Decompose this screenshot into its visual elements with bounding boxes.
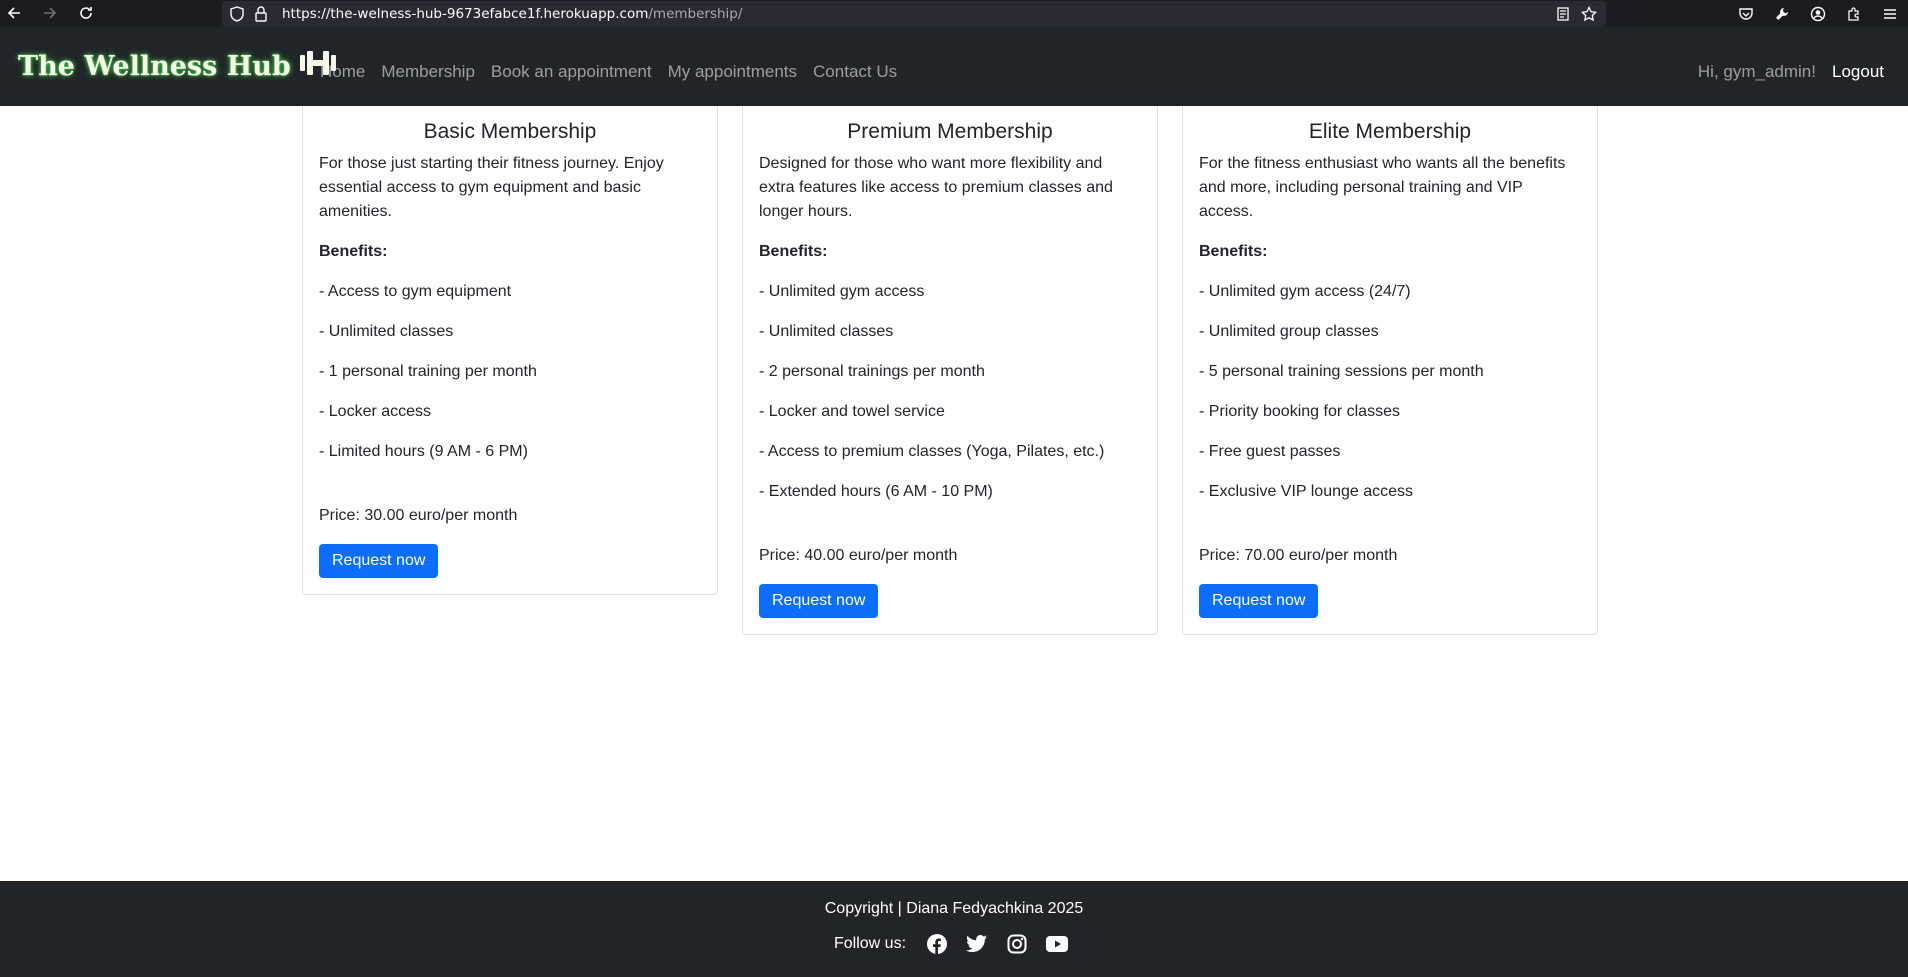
url-text: https://the-welness-hub-9673efabce1f.her…: [282, 6, 742, 22]
benefit-item: - 5 personal training sessions per month: [1199, 363, 1484, 380]
benefits-label: Benefits:: [759, 243, 828, 260]
wrench-icon[interactable]: [1764, 0, 1800, 27]
benefit-item: - Exclusive VIP lounge access: [1199, 483, 1414, 500]
site-navbar: The Wellness Hub Home Membership Book an…: [0, 27, 1908, 106]
instagram-icon[interactable]: [1006, 933, 1028, 955]
facebook-icon[interactable]: [926, 933, 948, 955]
request-now-button[interactable]: Request now: [759, 584, 879, 618]
membership-card-premium: Premium Membership Designed for those wh…: [742, 106, 1158, 635]
follow-label: Follow us:: [834, 935, 907, 952]
benefit-list: - Access to gym equipment - Unlimited cl…: [319, 280, 701, 464]
nav-links: Home Membership Book an appointment My a…: [320, 62, 897, 82]
url-bar[interactable]: https://the-welness-hub-9673efabce1f.her…: [222, 1, 1606, 27]
benefit-item: - 2 personal trainings per month: [759, 363, 985, 380]
forward-icon[interactable]: [38, 1, 62, 25]
extensions-icon[interactable]: [1836, 0, 1872, 27]
request-now-button[interactable]: Request now: [319, 544, 439, 578]
benefits-label: Benefits:: [319, 243, 388, 260]
benefit-item: - 1 personal training per month: [319, 363, 537, 380]
browser-toolbar: https://the-welness-hub-9673efabce1f.her…: [0, 0, 1908, 27]
logout-link[interactable]: Logout: [1832, 62, 1884, 82]
benefit-item: - Priority booking for classes: [1199, 403, 1400, 420]
nav-book-appointment[interactable]: Book an appointment: [491, 62, 652, 82]
copyright-text: Copyright | Diana Fedyachkina 2025: [824, 900, 1084, 917]
benefit-item: - Limited hours (9 AM - 6 PM): [319, 443, 528, 460]
membership-card-basic: Basic Membership For those just starting…: [302, 106, 718, 595]
benefit-item: - Locker access: [319, 403, 432, 420]
nav-membership[interactable]: Membership: [381, 62, 475, 82]
user-greeting: Hi, gym_admin!: [1697, 62, 1816, 81]
price-text: Price: 70.00 euro/per month: [1199, 547, 1398, 564]
lock-icon[interactable]: [252, 5, 270, 23]
card-description: For those just starting their fitness jo…: [319, 155, 664, 220]
youtube-icon[interactable]: [1046, 933, 1069, 955]
benefit-item: - Extended hours (6 AM - 10 PM): [759, 483, 993, 500]
card-title: Premium Membership: [847, 120, 1053, 143]
card-description: For the fitness enthusiast who wants all…: [1199, 155, 1566, 220]
nav-home[interactable]: Home: [320, 62, 365, 82]
card-title: Basic Membership: [423, 120, 597, 143]
bookmark-star-icon[interactable]: [1580, 5, 1598, 23]
membership-card-elite: Elite Membership For the fitness enthusi…: [1182, 106, 1598, 635]
brand-logo[interactable]: The Wellness Hub: [18, 49, 337, 84]
account-icon[interactable]: [1800, 0, 1836, 27]
shield-icon[interactable]: [228, 5, 246, 23]
benefit-list: - Unlimited gym access - Unlimited class…: [759, 280, 1141, 504]
menu-icon[interactable]: [1872, 0, 1908, 27]
reader-view-icon[interactable]: [1554, 5, 1572, 23]
nav-contact-us[interactable]: Contact Us: [813, 62, 897, 82]
benefit-item: - Unlimited group classes: [1199, 323, 1379, 340]
back-icon[interactable]: [2, 1, 26, 25]
price-text: Price: 40.00 euro/per month: [759, 547, 958, 564]
benefit-item: - Free guest passes: [1199, 443, 1341, 460]
nav-my-appointments[interactable]: My appointments: [668, 62, 797, 82]
pocket-icon[interactable]: [1728, 0, 1764, 27]
url-path: /membership/: [648, 6, 743, 22]
social-links: Follow us:: [834, 933, 1069, 955]
site-footer: Copyright | Diana Fedyachkina 2025 Follo…: [0, 881, 1908, 977]
benefit-item: - Locker and towel service: [759, 403, 945, 420]
benefit-item: - Unlimited gym access: [759, 283, 925, 300]
benefit-list: - Unlimited gym access (24/7) - Unlimite…: [1199, 280, 1581, 504]
price-text: Price: 30.00 euro/per month: [319, 507, 518, 524]
card-title: Elite Membership: [1308, 120, 1472, 143]
twitter-icon[interactable]: [966, 933, 988, 955]
benefit-item: - Unlimited classes: [319, 323, 454, 340]
request-now-button[interactable]: Request now: [1199, 584, 1319, 618]
benefit-item: - Unlimited classes: [759, 323, 894, 340]
benefit-item: - Access to premium classes (Yoga, Pilat…: [759, 443, 1105, 460]
benefit-item: - Access to gym equipment: [319, 283, 512, 300]
benefit-item: - Unlimited gym access (24/7): [1199, 283, 1411, 300]
reload-icon[interactable]: [74, 1, 98, 25]
url-host: https://the-welness-hub-9673efabce1f.her…: [282, 6, 649, 22]
benefits-label: Benefits:: [1199, 243, 1268, 260]
brand-name: The Wellness Hub: [18, 51, 291, 82]
card-description: Designed for those who want more flexibi…: [759, 155, 1113, 220]
